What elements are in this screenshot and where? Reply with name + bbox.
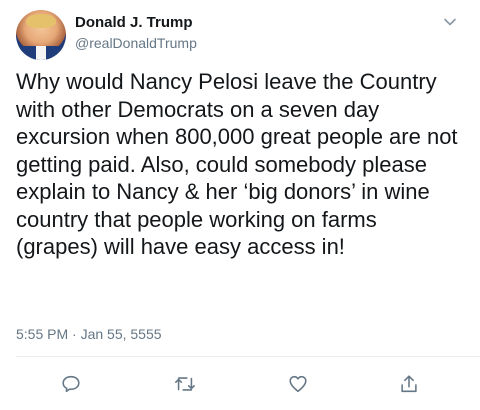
like-icon: [287, 373, 309, 395]
share-icon: [398, 373, 420, 395]
avatar[interactable]: [16, 10, 66, 60]
avatar-shirt: [36, 46, 46, 60]
like-button[interactable]: [286, 372, 310, 396]
retweet-icon: [173, 373, 197, 395]
share-button[interactable]: [397, 372, 421, 396]
retweet-button[interactable]: [173, 372, 197, 396]
avatar-hair: [26, 14, 56, 28]
tweet-timestamp[interactable]: 5:55 PM · Jan 55, 5555: [16, 326, 162, 342]
reply-icon: [60, 373, 82, 395]
tweet-card: Donald J. Trump @realDonaldTrump Why wou…: [0, 0, 480, 410]
chevron-down-icon[interactable]: [442, 14, 458, 30]
divider: [16, 356, 480, 357]
author-name[interactable]: Donald J. Trump: [75, 14, 193, 31]
tweet-text: Why would Nancy Pelosi leave the Country…: [16, 69, 458, 259]
author-handle[interactable]: @realDonaldTrump: [75, 35, 197, 51]
reply-button[interactable]: [59, 372, 83, 396]
